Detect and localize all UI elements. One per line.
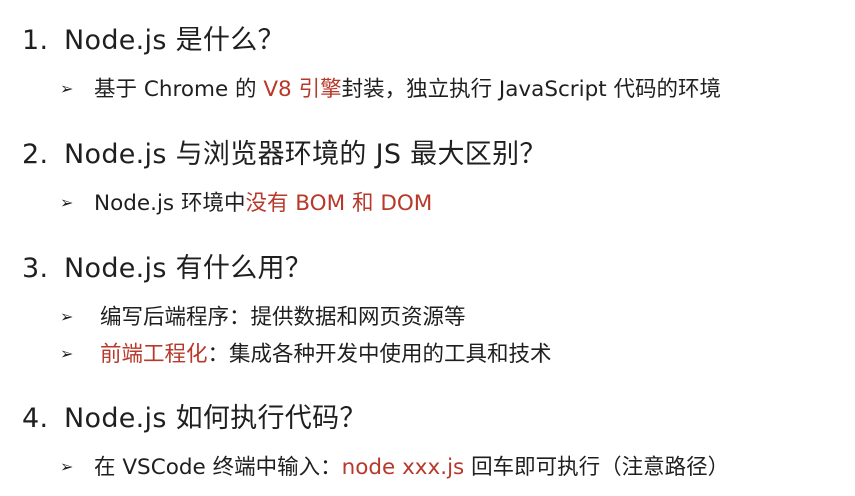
question-1: 1. Node.js 是什么？ (22, 24, 285, 58)
arrow-bullet-icon: ➢ (60, 457, 74, 476)
slide: 1. Node.js 是什么？ ➢ 基于 Chrome 的 V8 引擎封装，独立执行… (0, 0, 855, 496)
answer-highlight: node xxx.js (341, 455, 465, 480)
answer-text: ：集成各种开发中使用的工具和技术 (207, 342, 552, 367)
question-text: Node.js 如何执行代码？ (64, 403, 367, 434)
answer-text: Node.js 环境中 (94, 191, 246, 216)
question-number: 2. (22, 139, 49, 170)
answer-text: 回车即可执行（注意路径） (464, 455, 730, 480)
answer-highlight: 前端工程化 (100, 342, 208, 367)
answer-text: 基于 Chrome 的 (94, 77, 264, 102)
answer-text: 封装，独立执行 JavaScript 代码的环境 (341, 77, 722, 102)
answer-4-1: ➢ 在 VSCode 终端中输入：node xxx.js 回车即可执行（注意路径） (60, 452, 729, 483)
answer-highlight: V8 引擎 (263, 77, 342, 102)
question-number: 4. (22, 403, 49, 434)
question-text: Node.js 与浏览器环境的 JS 最大区别？ (64, 139, 547, 170)
answer-1-1: ➢ 基于 Chrome 的 V8 引擎封装，独立执行 JavaScript 代码的… (60, 74, 721, 105)
arrow-bullet-icon: ➢ (60, 79, 74, 98)
answer-3-1: ➢ 编写后端程序：提供数据和网页资源等 (60, 302, 466, 333)
arrow-bullet-icon: ➢ (60, 344, 74, 363)
question-4: 4. Node.js 如何执行代码？ (22, 402, 367, 436)
arrow-bullet-icon: ➢ (60, 307, 74, 326)
answer-2-1: ➢ Node.js 环境中没有 BOM 和 DOM (60, 188, 432, 219)
question-number: 3. (22, 253, 49, 284)
answer-text: 编写后端程序：提供数据和网页资源等 (100, 305, 466, 330)
arrow-bullet-icon: ➢ (60, 193, 74, 212)
question-2: 2. Node.js 与浏览器环境的 JS 最大区别？ (22, 138, 547, 172)
question-number: 1. (22, 25, 49, 56)
question-text: Node.js 是什么？ (64, 25, 285, 56)
question-3: 3. Node.js 有什么用？ (22, 252, 312, 286)
answer-3-2: ➢ 前端工程化：集成各种开发中使用的工具和技术 (60, 339, 552, 370)
question-text: Node.js 有什么用？ (64, 253, 313, 284)
answer-text: 在 VSCode 终端中输入： (94, 455, 342, 480)
answer-highlight: 没有 BOM 和 DOM (245, 191, 433, 216)
